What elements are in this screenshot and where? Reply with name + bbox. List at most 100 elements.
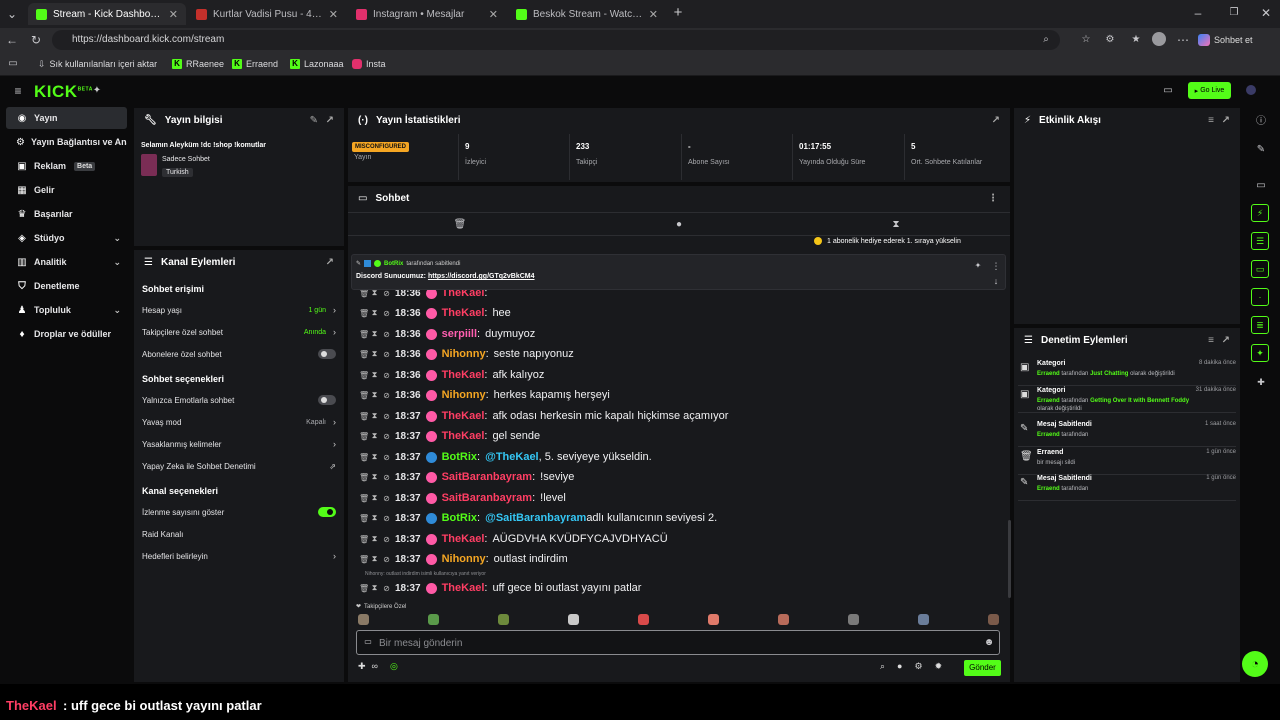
slow-mode-row[interactable]: Yavaş mod Kapalı › (142, 414, 336, 430)
kick-logo[interactable]: KICKBETA (34, 82, 93, 102)
message-username[interactable]: TheKael (442, 533, 485, 545)
timeout-icon[interactable]: ⧗ (371, 329, 378, 339)
chat-message[interactable]: 🗑︎ ⧗ ⊘ 18:37 TheKael: afk odası herkesin mic … (359, 407, 728, 425)
copilot-button[interactable]: Sohbet et (1198, 32, 1253, 48)
expand-pinned-icon[interactable]: ↓ (991, 273, 1001, 289)
timeout-icon[interactable]: ⧗ (371, 554, 378, 564)
delete-message-icon[interactable]: 🗑︎ (359, 473, 369, 482)
moderation-item[interactable]: ▣ Kategori 31 dakika önce Erraend tarafında… (1018, 387, 1236, 413)
message-username[interactable]: BotRix (442, 512, 477, 524)
wrench-icon[interactable]: ✦ (1251, 344, 1269, 362)
message-username[interactable]: SaitBaranbayram (442, 492, 533, 504)
banned-words-row[interactable]: Yasaklanmış kelimeler › (142, 436, 336, 452)
moderation-item[interactable]: ✎ Mesaj Sabitlendi 1 saat önce Erraend tara… (1018, 421, 1236, 447)
timeout-icon[interactable]: ⧗ (371, 308, 378, 318)
close-tab-icon[interactable]: ✕ (169, 8, 178, 21)
followers-only-row[interactable]: Takipçilere özel sohbet Anında › (142, 324, 336, 340)
message-username[interactable]: TheKael (442, 307, 485, 319)
bookmark-lazonaaa[interactable]: K Lazonaaa (290, 56, 344, 72)
chat-scrollbar[interactable] (1008, 520, 1011, 598)
timeout-icon[interactable]: ⧗ (371, 534, 378, 544)
close-tab-icon[interactable]: ✕ (329, 8, 338, 21)
pin-sidebar-icon[interactable]: ✦ (90, 83, 104, 99)
sidebar-item[interactable]: ▥ Analitik ⌄ (6, 251, 127, 273)
tab-kick-dashboard[interactable]: Stream - Kick Dashboard ✕ (28, 3, 186, 25)
popout-icon[interactable]: ↗ (1222, 115, 1230, 126)
message-username[interactable]: Nihonny (442, 389, 486, 401)
send-button[interactable]: Gönder (964, 660, 1001, 676)
chat-message[interactable]: 🗑︎ ⧗ ⊘ 18:36 serpiill: duymuyoz (359, 325, 535, 343)
new-tab-icon[interactable]: + (670, 5, 686, 21)
timeout-icon[interactable]: ⧗ (371, 452, 378, 462)
chat-message[interactable]: 🗑︎ ⧗ ⊘ 18:36 Nihonny: herkes kapamış herşeyi (359, 386, 610, 404)
emotes-only-toggle[interactable] (318, 395, 336, 405)
ban-icon[interactable]: ⊘ (383, 391, 390, 400)
delete-message-icon[interactable]: 🗑︎ (359, 494, 369, 503)
close-window-icon[interactable]: ✕ (1258, 5, 1274, 21)
chat-message[interactable]: 🗑︎ ⧗ ⊘ 18:36 TheKael: hee (359, 304, 511, 322)
delete-message-icon[interactable]: 🗑︎ (359, 514, 369, 523)
chat-input[interactable]: ▭ Bir mesaj gönderin ☻ (356, 630, 1000, 655)
edit-icon[interactable]: ✎ (1253, 142, 1269, 158)
ban-icon[interactable]: ⊘ (383, 555, 390, 564)
tab-instagram[interactable]: Instagram • Mesajlar ✕ (348, 3, 506, 25)
zoom-icon[interactable]: ⌕ (1038, 32, 1054, 48)
moderation-item[interactable]: ▣ Kategori 8 dakika önce Erraend tarafından… (1018, 360, 1236, 386)
moderation-item[interactable]: 🗑︎ Erraend 1 gün önce bir mesajı sildi (1018, 449, 1236, 475)
raid-channel-row[interactable]: Raid Kanalı (142, 526, 336, 542)
minimize-icon[interactable]: – (1190, 5, 1206, 21)
favorite-star-icon[interactable]: ☆ (1078, 32, 1094, 48)
account-age-row[interactable]: Hesap yaşı 1 gün › (142, 302, 336, 318)
timeout-icon[interactable]: ⧗ (371, 431, 378, 441)
sub-goal-banner[interactable]: 1 abonelik hediye ederek 1. sıraya yükse… (814, 237, 961, 245)
moderation-item[interactable]: ✎ Mesaj Sabitlendi 1 gün önce Erraend taraf… (1018, 475, 1236, 501)
timeout-icon[interactable]: ⧗ (371, 472, 378, 482)
emote-icon[interactable] (638, 614, 649, 625)
go-live-button[interactable]: ▸ Go Live (1188, 82, 1231, 99)
ban-icon[interactable]: ⊘ (383, 584, 390, 593)
unpin-icon[interactable]: ✦ (973, 258, 983, 274)
sidebar-item[interactable]: ▦ Gelir (6, 179, 127, 201)
chat-message[interactable]: 🗑︎ ⧗ ⊘ 18:37 TheKael: uff gece bi outlast yay… (359, 579, 641, 597)
subs-only-toggle[interactable] (318, 349, 336, 359)
status-ring-icon[interactable]: ◎ (390, 661, 398, 672)
chat-message[interactable]: 🗑︎ ⧗ ⊘ 18:37 BotRix: @TheKael, 5. seviyeye yü… (359, 448, 652, 466)
discord-link[interactable]: https://discord.gg/GTq2vBkCM4 (428, 273, 535, 280)
broadcast-icon[interactable]: · (1251, 288, 1269, 306)
bookmark-erraend[interactable]: K Erraend (232, 56, 278, 72)
gear-icon[interactable]: ✹ (935, 661, 943, 672)
chat-message[interactable]: 🗑︎ ⧗ ⊘ 18:36 TheKael: afk kalıyoz (359, 366, 544, 384)
ban-icon[interactable]: ⊘ (383, 432, 390, 441)
emote-icon[interactable] (848, 614, 859, 625)
more-options-icon[interactable]: ⋮ (988, 193, 998, 204)
emote-icon[interactable] (708, 614, 719, 625)
lightning-icon[interactable]: ⚡︎ (1251, 204, 1269, 222)
sidebar-item[interactable]: ⚙ Yayın Bağlantısı ve Anahtarı (6, 131, 127, 153)
ban-icon[interactable]: ⊘ (383, 514, 390, 523)
stack-icon[interactable]: ≣ (1251, 316, 1269, 334)
emote-icon[interactable] (778, 614, 789, 625)
delete-message-icon[interactable]: 🗑︎ (359, 350, 369, 359)
chat-message[interactable]: 🗑︎ ⧗ ⊘ 18:37 SaitBaranbayram: !level (359, 489, 566, 507)
ban-icon[interactable]: ⊘ (383, 473, 390, 482)
tab-youtube[interactable]: Kurtlar Vadisi Pusu - 43. Bölüm FU ✕ (188, 3, 346, 25)
search-icon[interactable]: ⌕ (880, 661, 885, 672)
hamburger-menu-icon[interactable]: ≡ (10, 83, 26, 99)
delete-message-icon[interactable]: 🗑︎ (359, 432, 369, 441)
ban-icon[interactable]: ⊘ (383, 453, 390, 462)
message-mention[interactable]: @TheKael (485, 451, 539, 463)
chat-message[interactable]: 🗑︎ ⧗ ⊘ 18:37 TheKael: AÜGDVHA KVÜDFYCAJVDHYAC… (359, 530, 668, 548)
delete-message-icon[interactable]: 🗑︎ (359, 309, 369, 318)
message-username[interactable]: TheKael (442, 369, 485, 381)
popout-icon[interactable]: ↗ (1222, 335, 1230, 346)
sidebar-item[interactable]: ⛉ Denetleme (6, 275, 127, 297)
sidebar-item[interactable]: ♦ Droplar ve ödüller (6, 323, 127, 345)
bookmark-insta[interactable]: Insta (352, 56, 386, 72)
chat-message[interactable]: 🗑︎ ⧗ ⊘ 18:37 BotRix: @SaitBaranbayram adlı ku… (359, 509, 717, 527)
timeout-icon[interactable]: ⧗ (371, 370, 378, 380)
filter-icon[interactable]: ≡ (1208, 115, 1214, 126)
timeout-icon[interactable]: ⧗ (371, 583, 378, 593)
emote-icon[interactable] (568, 614, 579, 625)
ban-icon[interactable]: ⊘ (383, 535, 390, 544)
bookmark-rraenee[interactable]: K RRaenee (172, 56, 224, 72)
